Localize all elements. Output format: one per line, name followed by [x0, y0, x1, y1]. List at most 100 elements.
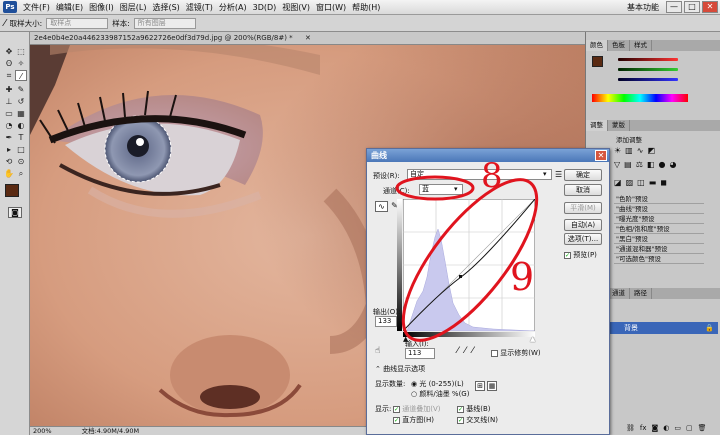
preset-channel-mixer[interactable]: "通道混和器"预设 [614, 245, 704, 254]
link-layers-icon[interactable]: ⛓ [626, 424, 635, 432]
close-document-icon[interactable]: ✕ [305, 32, 311, 45]
cancel-button[interactable]: 取消 [564, 184, 602, 196]
threshold-icon[interactable]: ◫ [637, 178, 645, 187]
gradient-map-icon[interactable]: ▬ [649, 178, 657, 187]
pen-tool-icon[interactable]: ✒ [3, 132, 15, 143]
zoom-level[interactable]: 200% [33, 427, 52, 435]
intersection-checkbox[interactable]: ✓ 交叉线(N) [457, 415, 498, 425]
menu-edit[interactable]: 编辑(E) [53, 2, 86, 13]
menu-help[interactable]: 帮助(H) [349, 2, 383, 13]
grid-4x4-icon[interactable]: ⊞ [475, 381, 485, 391]
menu-image[interactable]: 图像(I) [86, 2, 117, 13]
preset-chevron-down-icon[interactable]: ▾ [543, 170, 547, 178]
menu-layer[interactable]: 图层(L) [117, 2, 150, 13]
selective-color-icon[interactable]: ◼ [660, 178, 667, 187]
path-selection-tool-icon[interactable]: ▸ [3, 144, 15, 155]
preset-curves[interactable]: "曲线"预设 [614, 205, 704, 214]
gradient-tool-icon[interactable]: ▦ [15, 108, 27, 119]
blue-slider[interactable] [618, 78, 678, 81]
minimize-button[interactable]: — [666, 1, 682, 13]
white-point-slider-icon[interactable]: ▲ [530, 335, 535, 343]
preset-black-white[interactable]: "黑白"预设 [614, 235, 704, 244]
red-slider[interactable] [618, 58, 678, 61]
levels-icon[interactable]: ▥ [625, 146, 633, 155]
black-white-icon[interactable]: ◧ [647, 160, 655, 169]
hue-sat-icon[interactable]: ▤ [624, 160, 632, 169]
workspace-switcher[interactable]: 基本功能 [624, 2, 662, 13]
preset-hue-saturation[interactable]: "色相/饱和度"预设 [614, 225, 704, 234]
brush-tool-icon[interactable]: ✎ [15, 84, 27, 95]
healing-brush-tool-icon[interactable]: ✚ [3, 84, 15, 95]
channel-mixer-icon[interactable]: ◕ [669, 160, 676, 169]
dialog-close-button[interactable]: ✕ [595, 150, 607, 161]
preset-selective-color[interactable]: "可选颜色"预设 [614, 255, 704, 264]
vibrance-icon[interactable]: ▽ [614, 160, 620, 169]
invert-icon[interactable]: ◪ [614, 178, 622, 187]
show-clipping-checkbox[interactable]: 显示修剪(W) [491, 348, 541, 358]
tab-color[interactable]: 颜色 [586, 40, 608, 51]
preset-exposure[interactable]: "曝光度"预设 [614, 215, 704, 224]
ok-button[interactable]: 确定 [564, 169, 602, 181]
layer-style-icon[interactable]: fx [640, 424, 647, 432]
pigment-radio[interactable]: ○ 颜料/油墨 %(G) [411, 389, 469, 399]
tab-channels[interactable]: 通道 [608, 288, 630, 299]
channel-overlays-checkbox[interactable]: ✓ 通道叠加(V) [393, 404, 441, 414]
baseline-checkbox[interactable]: ✓ 基线(B) [457, 404, 491, 414]
lasso-tool-icon[interactable]: ʘ [3, 58, 15, 69]
foreground-color-swatch[interactable] [5, 184, 19, 197]
magic-wand-tool-icon[interactable]: ✧ [15, 58, 27, 69]
shape-tool-icon[interactable]: □ [15, 144, 27, 155]
eraser-tool-icon[interactable]: ▭ [3, 108, 15, 119]
light-radio[interactable]: ◉ 光 (0-255)(L) [411, 379, 464, 389]
type-tool-icon[interactable]: T [15, 132, 27, 143]
3d-orbit-tool-icon[interactable]: ⊙ [15, 156, 27, 167]
curve-edit-tool-icon[interactable]: ∿ [375, 201, 388, 212]
tab-adjustments[interactable]: 调整 [586, 120, 608, 131]
smooth-button[interactable]: 平滑(M) [564, 202, 602, 214]
menu-analysis[interactable]: 分析(A) [216, 2, 250, 13]
preview-checkbox[interactable]: ✓ 预览(P) [564, 250, 597, 260]
menu-file[interactable]: 文件(F) [20, 2, 53, 13]
layer-row-background[interactable]: 背景 🔒 [606, 322, 718, 334]
3d-rotate-tool-icon[interactable]: ⟲ [3, 156, 15, 167]
display-options-toggle[interactable]: ⌃ 曲线显示选项 [375, 364, 425, 374]
exposure-icon[interactable]: ◩ [647, 146, 655, 155]
posterize-icon[interactable]: ▨ [626, 178, 634, 187]
blur-tool-icon[interactable]: ◔ [3, 120, 15, 131]
eyedropper-tool-icon-active[interactable]: ⁄ [15, 70, 27, 81]
close-button[interactable]: ✕ [702, 1, 718, 13]
menu-window[interactable]: 窗口(W) [313, 2, 349, 13]
menu-select[interactable]: 选择(S) [149, 2, 182, 13]
tab-styles[interactable]: 样式 [630, 40, 652, 51]
move-tool-icon[interactable]: ✥ [3, 46, 15, 57]
menu-view[interactable]: 视图(V) [279, 2, 313, 13]
green-slider[interactable] [618, 68, 678, 71]
on-image-adjust-icon[interactable]: ☝ [375, 346, 380, 356]
color-ramp[interactable] [592, 94, 688, 102]
sample-size-select[interactable]: 取样点 [46, 17, 109, 29]
hand-tool-icon[interactable]: ✋ [3, 168, 15, 179]
sample-select[interactable]: 所有图层 [133, 17, 196, 29]
color-balance-icon[interactable]: ⚖ [636, 160, 643, 169]
histogram-checkbox[interactable]: ✓ 直方图(H) [393, 415, 434, 425]
clone-stamp-tool-icon[interactable]: ⊥ [3, 96, 15, 107]
eyedropper-tool-icon[interactable]: ⁄ [4, 18, 6, 29]
maximize-button[interactable]: □ [684, 1, 700, 13]
preset-options-icon[interactable]: ☰ [555, 170, 562, 179]
auto-button[interactable]: 自动(A) [564, 219, 602, 231]
output-field[interactable]: 133 [375, 316, 397, 327]
tab-swatches[interactable]: 色板 [608, 40, 630, 51]
marquee-tool-icon[interactable]: ⬚ [15, 46, 27, 57]
add-mask-icon[interactable]: ◙ [652, 424, 659, 432]
tab-masks[interactable]: 蒙版 [608, 120, 630, 131]
new-layer-icon[interactable]: ▢ [686, 424, 693, 432]
options-button[interactable]: 选项(T)... [564, 233, 602, 245]
brightness-icon[interactable]: ☀ [614, 146, 621, 155]
color-panel-swatch[interactable] [592, 56, 603, 67]
input-field[interactable]: 113 [405, 348, 435, 359]
history-brush-tool-icon[interactable]: ↺ [15, 96, 27, 107]
curves-icon[interactable]: ∿ [637, 146, 644, 155]
document-tab[interactable]: 2e4e0b4e20a446233987152a9622726e0df3d79d… [30, 32, 585, 45]
white-eyedropper-icon[interactable]: ⁄ [472, 346, 474, 356]
menu-filter[interactable]: 滤镜(T) [183, 2, 216, 13]
